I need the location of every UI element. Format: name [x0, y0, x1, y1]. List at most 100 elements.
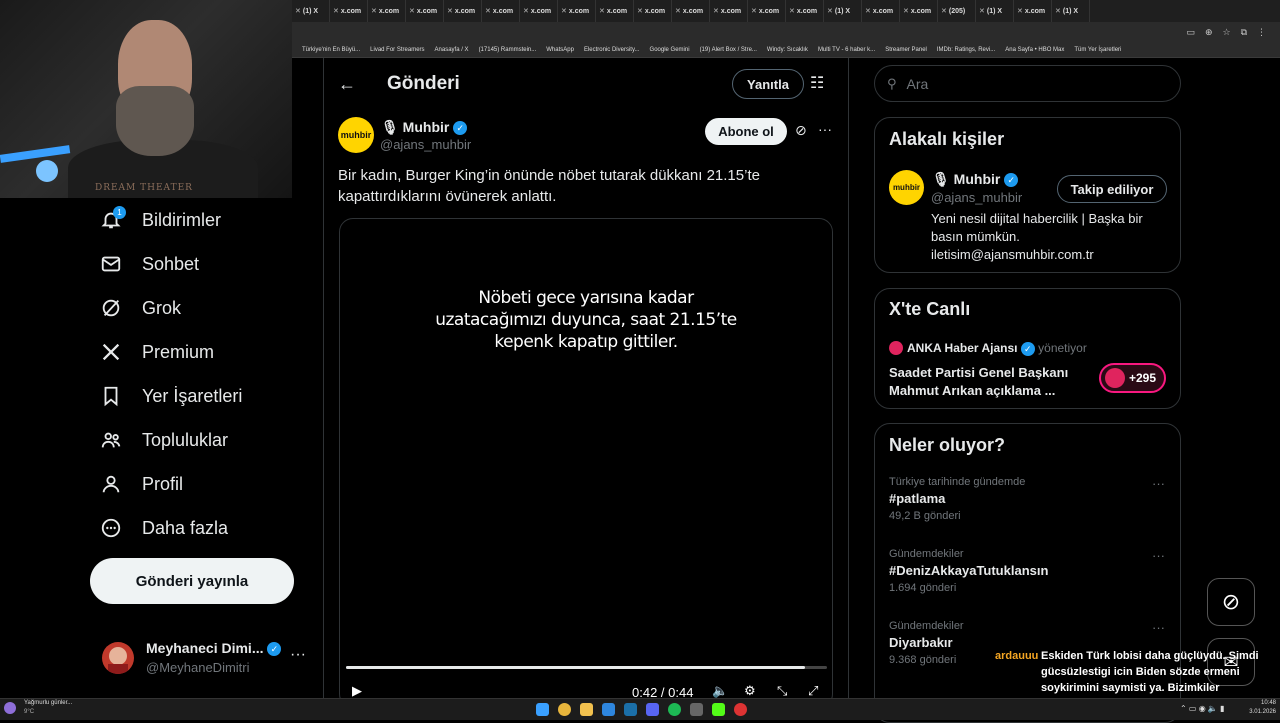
- browser-tab[interactable]: ✕ (1) X: [824, 0, 862, 22]
- grok-icon[interactable]: ⊘: [795, 122, 807, 139]
- browser-tab[interactable]: ✕ x.com: [672, 0, 710, 22]
- bookmark-item[interactable]: Anasayfa / X: [435, 47, 469, 53]
- bookmark-item[interactable]: Tüm Yer İşaretleri: [1074, 47, 1121, 53]
- video-progress-track[interactable]: [346, 666, 827, 669]
- more-icon[interactable]: ···: [1152, 476, 1165, 491]
- more-icon[interactable]: ···: [818, 121, 832, 137]
- kick-icon[interactable]: [712, 703, 725, 716]
- pip-icon[interactable]: ⤡: [777, 683, 787, 699]
- related-name-line[interactable]: 🎙 Muhbir ✓: [932, 171, 1019, 188]
- browser-tab[interactable]: ✕ x.com: [558, 0, 596, 22]
- live-join-button[interactable]: +295: [1099, 363, 1166, 393]
- clock-time[interactable]: 10:48: [1244, 700, 1276, 706]
- more-icon[interactable]: ···: [290, 646, 306, 664]
- bookmark-item[interactable]: Türkiye'nin En Büyü...: [302, 47, 360, 53]
- sidebar-item-4[interactable]: Yer İşaretleri: [100, 382, 242, 410]
- bookmark-item[interactable]: Livad For Streamers: [370, 47, 424, 53]
- browser-tab[interactable]: ✕ x.com: [710, 0, 748, 22]
- back-arrow-icon[interactable]: ←: [338, 74, 356, 95]
- zoom-icon[interactable]: ⊕: [1205, 27, 1213, 38]
- browser-tab[interactable]: ✕ x.com: [482, 0, 520, 22]
- browser-tab[interactable]: ✕ x.com: [596, 0, 634, 22]
- bookmark-item[interactable]: (19) Alert Box / Stre...: [700, 47, 757, 53]
- browser-tab[interactable]: ✕ x.com: [634, 0, 672, 22]
- browser-tab[interactable]: ✕ x.com: [444, 0, 482, 22]
- author-name-line[interactable]: 🎙 Muhbir ✓: [381, 119, 468, 136]
- browser-tab[interactable]: ✕ x.com: [406, 0, 444, 22]
- browser-tab[interactable]: ✕ x.com: [520, 0, 558, 22]
- bookmark-item[interactable]: Multi TV - 6 haber k...: [818, 47, 875, 53]
- more-icon[interactable]: ···: [1152, 620, 1165, 635]
- author-avatar[interactable]: muhbir: [338, 117, 374, 153]
- sidebar-item-7[interactable]: Daha fazla: [100, 514, 228, 542]
- browser-tab[interactable]: ✕ x.com: [748, 0, 786, 22]
- volume-icon[interactable]: 🔈: [712, 683, 728, 699]
- author-handle[interactable]: @ajans_muhbir: [380, 137, 471, 152]
- live-host-line[interactable]: ANKA Haber Ajansı ✓ yönetiyor: [907, 341, 1087, 356]
- clock-date[interactable]: 3.01.2026: [1244, 709, 1276, 715]
- account-switcher[interactable]: Meyhaneci Dimi... ✓ @MeyhaneDimitri ···: [100, 638, 310, 678]
- trend-item[interactable]: Gündemdekiler #DenizAkkayaTutuklansın 1.69…: [889, 548, 1179, 594]
- browser-tab[interactable]: ✕ x.com: [368, 0, 406, 22]
- trend-context: Türkiye tarihinde gündemde: [889, 476, 1026, 488]
- browser-tab[interactable]: ✕ (1) X: [976, 0, 1014, 22]
- search-box[interactable]: ⚲ Ara: [874, 65, 1181, 102]
- browser-tab[interactable]: ✕ (1) X: [292, 0, 330, 22]
- store-icon[interactable]: [602, 703, 615, 716]
- bookmark-item[interactable]: Streamer Panel: [885, 47, 927, 53]
- bookmark-item[interactable]: WhatsApp: [546, 47, 574, 53]
- obs-icon[interactable]: [734, 703, 747, 716]
- grok-floating-button[interactable]: ⊘: [1207, 578, 1255, 626]
- browser-tab[interactable]: ✕ x.com: [862, 0, 900, 22]
- weather-text[interactable]: Yağmurlu günler...: [24, 700, 72, 706]
- bookmark-item[interactable]: Google Gemini: [650, 47, 690, 53]
- browser-tab[interactable]: ✕ x.com: [330, 0, 368, 22]
- browser-tab[interactable]: ✕ (1) X: [1052, 0, 1090, 22]
- browser-tab-label: x.com: [340, 7, 362, 15]
- browser-tab[interactable]: ✕ x.com: [900, 0, 938, 22]
- verified-badge-icon: ✓: [1020, 341, 1035, 356]
- sidebar-item-5[interactable]: Topluluklar: [100, 426, 228, 454]
- system-tray-icons[interactable]: ⌃ ▭ ◉ 🔈 ▮: [1180, 704, 1225, 713]
- browser-tab[interactable]: ✕ (205): [938, 0, 976, 22]
- star-icon[interactable]: ☆: [1222, 27, 1230, 38]
- following-button[interactable]: Takip ediliyor: [1057, 175, 1167, 203]
- bookmark-item[interactable]: IMDb: Ratings, Revi...: [937, 47, 995, 53]
- explorer-icon[interactable]: [580, 703, 593, 716]
- live-headline[interactable]: Saadet Partisi Genel Başkanı Mahmut Arık…: [889, 364, 1089, 400]
- search-placeholder[interactable]: Ara: [907, 76, 929, 92]
- steam-icon[interactable]: [624, 703, 637, 716]
- reply-button[interactable]: Yanıtla: [732, 69, 804, 99]
- filter-icon[interactable]: ☷: [810, 73, 824, 93]
- spotify-icon[interactable]: [668, 703, 681, 716]
- app-icon[interactable]: [690, 703, 703, 716]
- sidebar-item-6[interactable]: Profil: [100, 470, 183, 498]
- cast-icon[interactable]: ▭: [1186, 27, 1195, 38]
- x-logo-icon: ✕: [865, 8, 871, 15]
- bookmark-item[interactable]: (17145) Rammstein...: [479, 47, 537, 53]
- related-handle[interactable]: @ajans_muhbir: [931, 190, 1022, 205]
- subscribe-button[interactable]: Abone ol: [705, 118, 787, 145]
- bookmark-item[interactable]: Electronic Diversity...: [584, 47, 640, 53]
- trend-item[interactable]: Türkiye tarihinde gündemde #patlama 49,2 B…: [889, 476, 1179, 522]
- video-player[interactable]: Nöbeti gece yarısına kadar uzatacağımızı…: [339, 218, 833, 708]
- sidebar-item-1[interactable]: Sohbet: [100, 250, 199, 278]
- browser-tab[interactable]: ✕ x.com: [1014, 0, 1052, 22]
- browser-tab[interactable]: ✕ x.com: [786, 0, 824, 22]
- menu-icon[interactable]: ⋮: [1257, 27, 1266, 38]
- more-icon[interactable]: ···: [1152, 548, 1165, 563]
- fullscreen-icon[interactable]: ⤢: [808, 683, 818, 699]
- play-icon[interactable]: ▶: [352, 683, 362, 699]
- post-button[interactable]: Gönderi yayınla: [90, 558, 294, 604]
- bookmark-item[interactable]: Windy: Sıcaklık: [767, 47, 808, 53]
- bookmark-item[interactable]: Ana Sayfa • HBO Max: [1005, 47, 1064, 53]
- start-icon[interactable]: [536, 703, 549, 716]
- discord-icon[interactable]: [646, 703, 659, 716]
- extensions-icon[interactable]: ⧉: [1241, 27, 1247, 38]
- sidebar-item-2[interactable]: Grok: [100, 294, 181, 322]
- chrome-icon[interactable]: [558, 703, 571, 716]
- weather-icon[interactable]: [4, 702, 16, 714]
- related-avatar[interactable]: muhbir: [889, 170, 924, 205]
- settings-icon[interactable]: ⚙: [744, 683, 756, 699]
- sidebar-item-3[interactable]: Premium: [100, 338, 214, 366]
